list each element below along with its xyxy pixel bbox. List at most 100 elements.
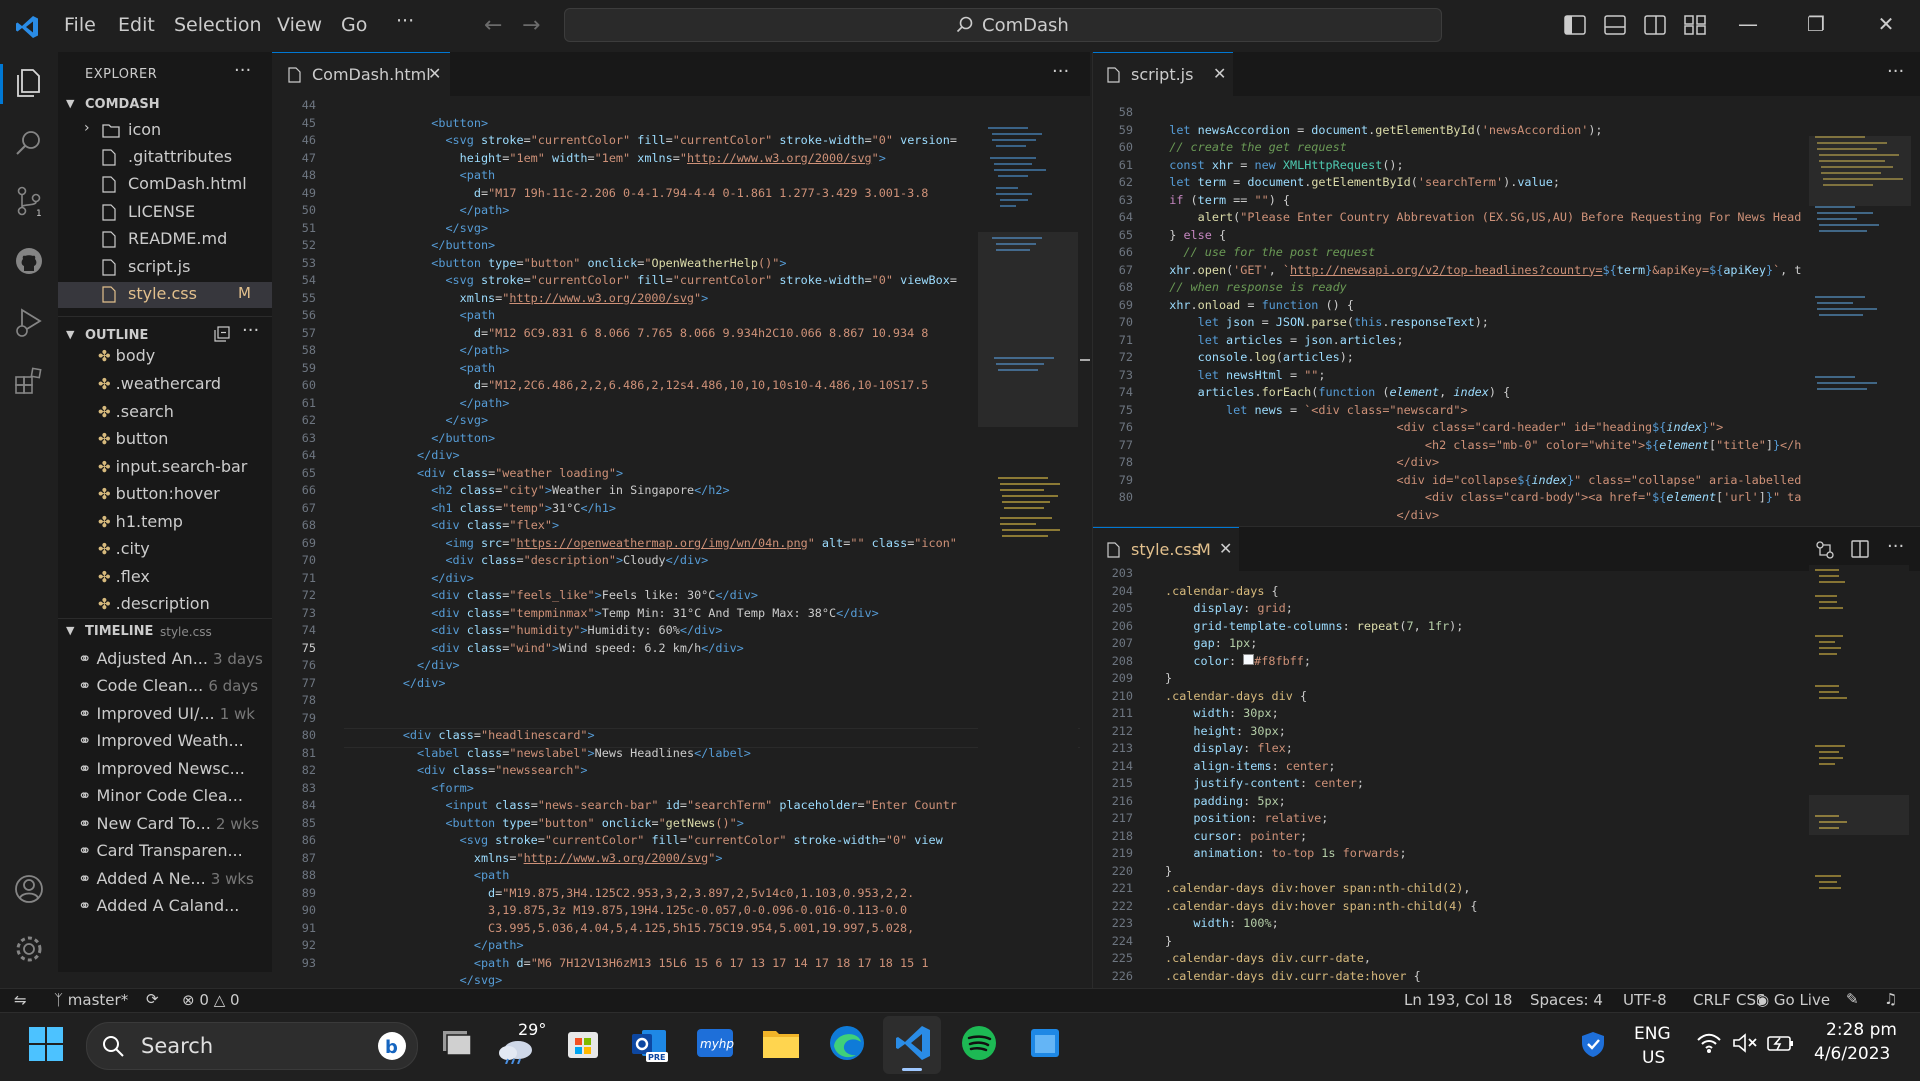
timeline-entry[interactable]: ⚭ Code Clean... 6 days — [78, 676, 258, 695]
windows-start-icon[interactable] — [28, 1026, 64, 1062]
outline-item[interactable]: ✤ button:hover — [98, 484, 220, 503]
problems-indicator[interactable]: ⊗ 0 △ 0 — [182, 991, 240, 1009]
outline-item[interactable]: ✤ body — [98, 346, 155, 365]
outline-item[interactable]: ✤ .flex — [98, 567, 150, 586]
outlook-icon[interactable]: PRE — [628, 1022, 670, 1064]
toggle-secondary-sidebar-icon[interactable] — [1644, 15, 1666, 35]
timeline-entry[interactable]: ⚭ New Card To... 2 wks — [78, 814, 259, 833]
timeline-entry[interactable]: ⚭ Added A Caland... — [78, 896, 239, 915]
taskbar-search-box[interactable]: Search b — [86, 1022, 418, 1070]
folder-comdash[interactable]: COMDASH — [85, 97, 160, 112]
notifications-bell-icon[interactable]: ♫ — [1884, 990, 1897, 1008]
outline-item[interactable]: ✤ .city — [98, 539, 150, 558]
restore-icon[interactable]: ❐ — [1796, 12, 1836, 36]
tree-item-style-css[interactable]: style.css M — [58, 282, 272, 308]
encoding[interactable]: UTF-8 — [1623, 991, 1667, 1009]
accounts-icon[interactable] — [12, 872, 46, 906]
vscode-taskbar-icon[interactable] — [892, 1022, 934, 1064]
customize-layout-icon[interactable] — [1684, 15, 1706, 35]
timeline-entry[interactable]: ⚭ Card Transparen... — [78, 841, 243, 860]
menu-edit[interactable]: Edit — [118, 14, 155, 36]
tree-item-script-js[interactable]: script.js — [58, 256, 272, 280]
menu-selection[interactable]: Selection — [174, 14, 262, 36]
bing-icon[interactable]: b — [377, 1031, 407, 1061]
extensions-icon[interactable] — [12, 364, 46, 398]
clock-date[interactable]: 4/6/2023 — [1814, 1044, 1890, 1064]
region-indicator[interactable]: US — [1642, 1048, 1665, 1068]
forward-arrow-icon[interactable]: → — [522, 13, 540, 38]
language-indicator[interactable]: ENG — [1634, 1024, 1671, 1044]
open-changes-icon[interactable] — [1815, 540, 1835, 560]
timeline-chevron-icon[interactable]: ▼ — [66, 624, 74, 637]
tab-comdash-html[interactable]: ComDash.html ✕ — [272, 52, 450, 97]
tree-item-readme[interactable]: README.md — [58, 228, 272, 252]
outline-item[interactable]: ✤ h1.temp — [98, 512, 183, 531]
code-content[interactable]: .calendar-days { display: grid; grid-tem… — [1165, 565, 1825, 985]
timeline-entry[interactable]: ⚭ Minor Code Clea... — [78, 786, 243, 805]
minimap[interactable] — [1809, 96, 1911, 526]
explorer-icon[interactable] — [12, 66, 46, 100]
timeline-entry[interactable]: ⚭ Improved Weath... — [78, 731, 244, 750]
branch-indicator[interactable]: ᛉ master* — [54, 991, 128, 1009]
tree-item-comdash-html[interactable]: ComDash.html — [58, 173, 272, 197]
close-window-icon[interactable]: ✕ — [1866, 12, 1906, 36]
outline-item[interactable]: ✤ .search — [98, 402, 174, 421]
microsoft-store-icon[interactable] — [562, 1022, 604, 1064]
collapse-all-icon[interactable] — [214, 326, 230, 342]
outline-more-icon[interactable]: ··· — [242, 320, 259, 341]
code-content[interactable]: <button> <svg stroke="currentColor" fill… — [346, 97, 1046, 988]
timeline-entry[interactable]: ⚭ Improved Newsc... — [78, 759, 245, 778]
close-tab-icon[interactable]: ✕ — [1213, 64, 1226, 83]
outline-chevron-icon[interactable]: ▼ — [66, 328, 74, 341]
close-tab-icon[interactable]: ✕ — [428, 64, 441, 83]
tab-script-js[interactable]: script.js ✕ — [1093, 52, 1233, 97]
weather-widget[interactable]: 29° — [494, 1018, 546, 1068]
vertical-scrollbar[interactable] — [1080, 97, 1090, 987]
search-activity-icon[interactable] — [12, 126, 46, 160]
timeline-entry[interactable]: ⚭ Improved UI/... 1 wk — [78, 704, 255, 723]
menu-view[interactable]: View — [277, 14, 322, 36]
minimap[interactable] — [978, 97, 1078, 987]
menu-more[interactable]: ··· — [396, 10, 414, 32]
cursor-position[interactable]: Ln 193, Col 18 — [1404, 991, 1512, 1009]
chevron-down-icon[interactable]: ▼ — [66, 97, 74, 110]
minimap[interactable] — [1809, 565, 1909, 985]
source-control-icon[interactable]: 1 — [12, 184, 46, 218]
github-icon[interactable] — [12, 244, 46, 278]
toggle-sidebar-icon[interactable] — [1564, 15, 1586, 35]
close-tab-icon[interactable]: ✕ — [1219, 539, 1232, 558]
remote-icon[interactable]: ⇋ — [14, 991, 27, 1009]
tree-item-icon-folder[interactable]: › icon — [58, 118, 272, 144]
feedback-icon[interactable]: ✎ — [1846, 990, 1859, 1008]
minimize-icon[interactable]: — — [1728, 12, 1768, 36]
sync-icon[interactable]: ⟳ — [146, 990, 159, 1008]
run-debug-icon[interactable] — [12, 304, 46, 338]
code-content[interactable]: let newsAccordion = document.getElementB… — [1155, 104, 1895, 522]
tree-item-gitattributes[interactable]: .gitattributes — [58, 146, 272, 170]
wifi-icon[interactable] — [1696, 1032, 1722, 1054]
toggle-panel-icon[interactable] — [1604, 15, 1626, 35]
menu-file[interactable]: File — [64, 14, 96, 36]
myhp-icon[interactable]: myhp — [694, 1022, 736, 1064]
outline-item[interactable]: ✤ button — [98, 429, 168, 448]
menu-go[interactable]: Go — [341, 14, 367, 36]
go-live-button[interactable]: ◉ Go Live — [1756, 991, 1830, 1009]
outline-item[interactable]: ✤ .weathercard — [98, 374, 221, 393]
settings-gear-icon[interactable] — [12, 932, 46, 966]
explorer-more-icon[interactable]: ··· — [234, 60, 251, 81]
command-center-search[interactable]: ComDash — [564, 8, 1442, 42]
indentation[interactable]: Spaces: 4 — [1530, 991, 1603, 1009]
outline-item[interactable]: ✤ input.search-bar — [98, 457, 247, 476]
task-view-icon[interactable] — [434, 1022, 476, 1064]
edge-browser-icon[interactable] — [826, 1022, 868, 1064]
editor-more-icon[interactable]: ··· — [1887, 536, 1904, 557]
clock-time[interactable]: 2:28 pm — [1826, 1020, 1897, 1040]
outline-title[interactable]: OUTLINE — [85, 328, 148, 343]
timeline-entry[interactable]: ⚭ Added A Ne... 3 wks — [78, 869, 254, 888]
security-shield-icon[interactable] — [1580, 1030, 1606, 1058]
editor-more-icon[interactable]: ··· — [1887, 61, 1904, 82]
file-explorer-icon[interactable] — [760, 1022, 802, 1064]
timeline-entry[interactable]: ⚭ Adjusted An... 3 days — [78, 649, 263, 668]
back-arrow-icon[interactable]: ← — [484, 13, 502, 38]
spotify-icon[interactable] — [958, 1022, 1000, 1064]
